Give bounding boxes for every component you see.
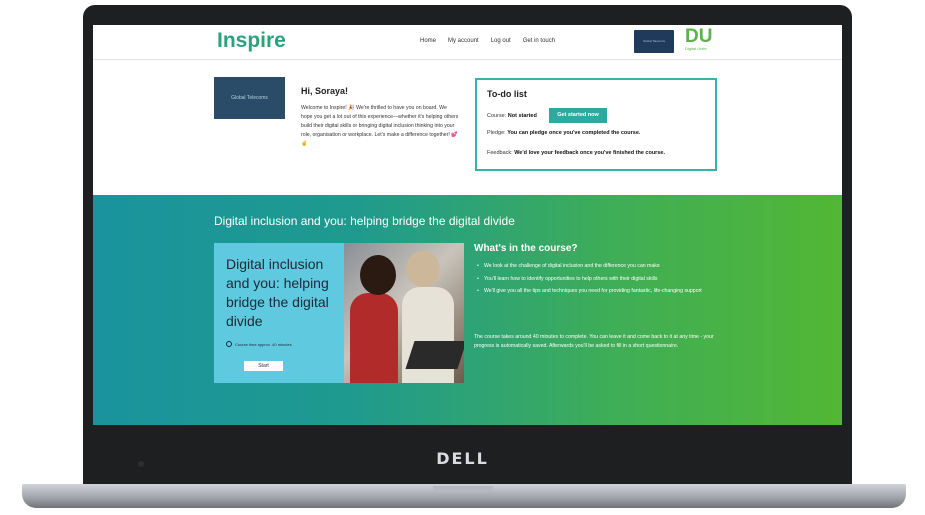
todo-pledge-label: Pledge: [487,130,506,136]
partner-logo-label: Global Telecoms [642,39,666,43]
partner-logo: Global Telecoms [634,30,674,53]
screen: Inspire Home My account Log out Get in t… [93,25,842,425]
digital-unite-logo[interactable]: DU Digital Unite [685,27,725,51]
welcome-text: Welcome to Inspire! 🎉 We're thrilled to … [301,105,459,147]
photo-laptop [405,341,464,369]
site-logo[interactable]: Inspire [217,29,286,53]
course-bullet: We look at the challenge of digital incl… [477,263,734,271]
course-card-title: Digital inclusion and you: helping bridg… [226,256,329,329]
todo-panel: To-do list Course: Not started Get start… [475,78,717,171]
course-card[interactable]: Digital inclusion and you: helping bridg… [214,243,344,383]
todo-title: To-do list [487,89,527,99]
start-button[interactable]: Start [244,361,283,371]
course-bullets: We look at the challenge of digital incl… [474,263,734,301]
organisation-image: Global Telecoms [214,77,285,119]
todo-pledge-text: You can pledge once you've completed the… [507,130,641,136]
course-time-text: Course time approx. 40 minutes [235,341,292,347]
du-mark: DU [685,26,713,47]
top-navigation-bar: Inspire Home My account Log out Get in t… [93,25,842,60]
photo-person-dark-hair [360,255,396,295]
course-section-title: Digital inclusion and you: helping bridg… [214,214,515,228]
laptop-brand-logo: DELL [436,449,489,468]
organisation-image-label: Global Telecoms [231,95,268,101]
course-description: The course takes around 40 minutes to co… [474,334,714,349]
todo-pledge-row: Pledge: You can pledge once you've compl… [487,130,640,136]
todo-feedback-row: Feedback: We'd love your feedback once y… [487,150,665,156]
greeting-heading: Hi, Soraya! [301,86,349,96]
nav-log-out[interactable]: Log out [491,38,511,44]
course-bullet: We'll give you all the tips and techniqu… [477,288,734,296]
course-contents-heading: What's in the course? [474,243,578,254]
course-photo [344,243,464,383]
course-bullet: You'll learn how to identify opportuniti… [477,276,734,284]
laptop-notch [433,486,493,492]
course-section: Digital inclusion and you: helping bridg… [93,195,842,425]
course-time: Course time approx. 40 minutes [226,341,292,347]
nav-get-in-touch[interactable]: Get in touch [523,38,555,44]
photo-person-red-top [350,293,398,383]
todo-feedback-label: Feedback: [487,150,513,156]
get-started-button[interactable]: Get started now [549,108,607,123]
main-nav: Home My account Log out Get in touch [420,38,555,44]
clock-icon [226,341,232,347]
todo-course-row: Course: Not started [487,113,537,119]
nav-home[interactable]: Home [420,38,436,44]
todo-feedback-text: We'd love your feedback once you've fini… [514,150,665,156]
todo-course-status: Not started [507,113,537,119]
nav-my-account[interactable]: My account [448,38,479,44]
photo-person-grey-hair [406,251,440,287]
du-subtitle: Digital Unite [685,46,707,51]
todo-course-label: Course: [487,113,507,119]
